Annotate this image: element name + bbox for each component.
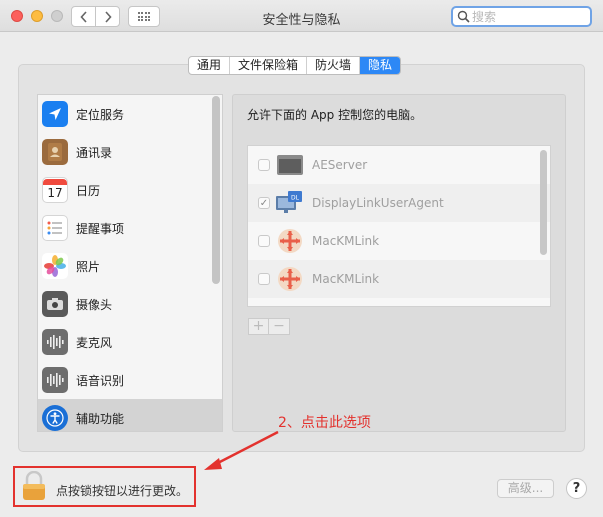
mackmlink-icon [276, 227, 304, 255]
lock-hint-text: 点按锁按钮以进行更改。 [56, 484, 189, 498]
sidebar-item-label: 定位服务 [76, 107, 125, 122]
sidebar-item-camera[interactable]: 摄像头 [38, 285, 222, 323]
app-name: AEServer [312, 158, 368, 172]
camera-icon [42, 291, 68, 317]
app-name: DisplayLinkUserAgent [312, 196, 444, 210]
sidebar-item-reminders[interactable]: 提醒事项 [38, 209, 222, 247]
app-row[interactable]: AEServer [248, 146, 550, 184]
app-list[interactable]: AEServer ✓ DL DisplayLinkUserAgent MacKM… [247, 145, 551, 307]
tab-privacy[interactable]: 隐私 [360, 57, 401, 74]
help-button[interactable]: ? [566, 478, 587, 499]
photos-icon [42, 253, 68, 279]
remove-app-button[interactable]: − [269, 319, 289, 334]
app-row[interactable]: MacKMLink [248, 222, 550, 260]
sidebar-item-calendar[interactable]: 17 日历 [38, 171, 222, 209]
calendar-day: 17 [47, 186, 63, 200]
sidebar-item-label: 照片 [76, 259, 101, 274]
location-arrow-icon [42, 101, 68, 127]
sidebar-item-label: 通讯录 [76, 145, 113, 160]
contacts-book-icon [42, 139, 68, 165]
app-name: MacKMLink [312, 234, 380, 248]
search-input[interactable] [472, 9, 582, 24]
displaylink-icon: DL [276, 189, 304, 217]
displaylink-badge: DL [291, 195, 300, 202]
privacy-category-list[interactable]: 定位服务 通讯录 17 日历 提醒事项 照片 摄像头 麦克风 语音识别 辅助功能 [37, 94, 223, 432]
generic-app-icon [276, 151, 304, 179]
sidebar-item-speech-recognition[interactable]: 语音识别 [38, 361, 222, 399]
tab-bar: 通用 文件保险箱 防火墙 隐私 [188, 56, 402, 75]
reminders-icon [42, 215, 68, 241]
search-icon [457, 10, 470, 23]
lock-icon[interactable] [22, 471, 46, 501]
tab-filevault[interactable]: 文件保险箱 [230, 57, 308, 74]
sidebar-item-contacts[interactable]: 通讯录 [38, 133, 222, 171]
detail-title: 允许下面的 App 控制您的电脑。 [247, 108, 423, 122]
speech-recognition-icon [42, 367, 68, 393]
mackmlink-icon [276, 265, 304, 293]
microphone-icon [42, 329, 68, 355]
calendar-icon: 17 [42, 177, 68, 203]
sidebar-item-label: 辅助功能 [76, 411, 125, 426]
sidebar-item-label: 语音识别 [76, 373, 125, 388]
sidebar-item-microphone[interactable]: 麦克风 [38, 323, 222, 361]
app-checkbox[interactable] [258, 159, 270, 171]
sidebar-item-label: 摄像头 [76, 297, 113, 312]
app-checkbox[interactable]: ✓ [258, 197, 270, 209]
sidebar-item-label: 提醒事项 [76, 221, 125, 236]
accessibility-icon [42, 405, 68, 431]
advanced-button[interactable]: 高级... [497, 479, 554, 498]
app-name: MacKMLink [312, 272, 380, 286]
sidebar-item-label: 麦克风 [76, 335, 113, 350]
app-checkbox[interactable] [258, 235, 270, 247]
sidebar-item-location-services[interactable]: 定位服务 [38, 95, 222, 133]
tab-general[interactable]: 通用 [189, 57, 231, 74]
add-remove-control: + − [248, 318, 290, 335]
search-field[interactable] [451, 6, 592, 27]
sidebar-scrollbar[interactable] [212, 96, 220, 284]
sidebar-item-label: 日历 [76, 183, 101, 198]
app-list-scrollbar[interactable] [540, 150, 547, 255]
tab-firewall[interactable]: 防火墙 [307, 57, 361, 74]
sidebar-item-photos[interactable]: 照片 [38, 247, 222, 285]
annotation-text: 2、点击此选项 [278, 415, 371, 431]
app-row[interactable]: ✓ DL DisplayLinkUserAgent [248, 184, 550, 222]
sidebar-item-accessibility[interactable]: 辅助功能 [38, 399, 222, 431]
add-app-button[interactable]: + [249, 319, 269, 334]
app-checkbox[interactable] [258, 273, 270, 285]
app-row[interactable]: MacKMLink [248, 260, 550, 298]
